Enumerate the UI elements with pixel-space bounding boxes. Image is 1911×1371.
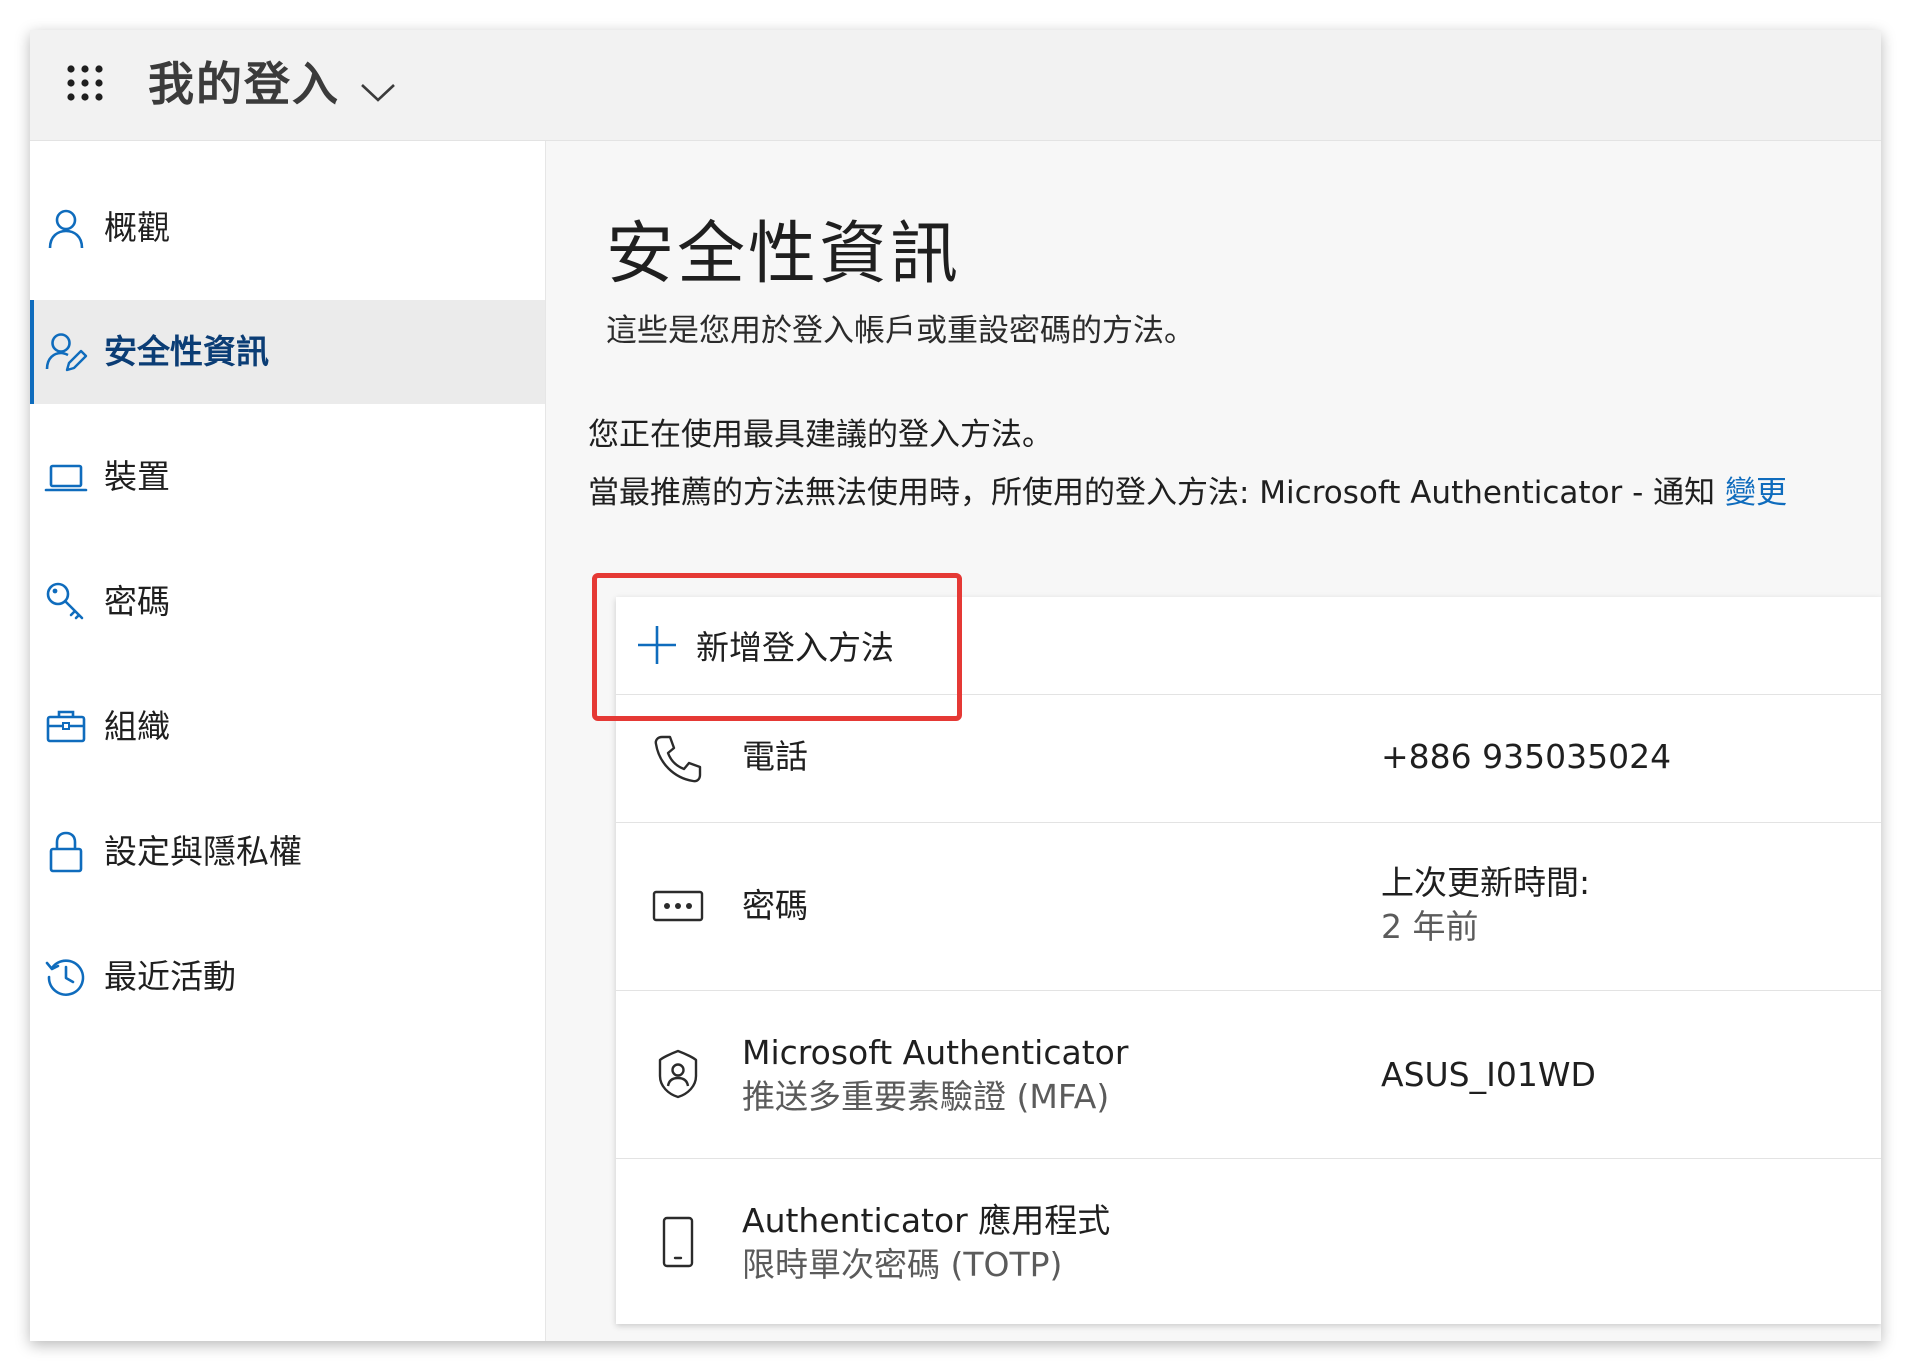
add-method-label: 新增登入方法 (696, 628, 894, 667)
add-method-row: 新增登入方法 (616, 597, 1881, 695)
chevron-down-icon[interactable] (360, 82, 396, 108)
sidebar-item-label: 設定與隱私權 (104, 832, 302, 871)
app-title[interactable]: 我的登入 (148, 54, 340, 114)
phone-icon (652, 733, 704, 785)
page-title: 安全性資訊 (606, 215, 962, 294)
method-name: Microsoft Authenticator (742, 1033, 1129, 1072)
method-row-phone: 電話 +886 935035024 (616, 695, 1881, 823)
lock-icon (44, 830, 88, 874)
mobile-icon (652, 1216, 704, 1268)
person-edit-icon (44, 330, 88, 374)
sidebar-item-label: 密碼 (104, 582, 170, 621)
main-content: 安全性資訊 這些是您用於登入帳戶或重設密碼的方法。 您正在使用最具建議的登入方法… (546, 141, 1881, 1341)
method-subtitle: 推送多重要素驗證 (MFA) (742, 1077, 1110, 1116)
fallback-method-text: 當最推薦的方法無法使用時，所使用的登入方法: Microsoft Authent… (588, 471, 1787, 515)
sidebar-item-password[interactable]: 密碼 (30, 550, 545, 654)
key-icon (44, 580, 88, 624)
person-icon (44, 206, 88, 250)
method-row-authenticator: Microsoft Authenticator 推送多重要素驗證 (MFA) A… (616, 991, 1881, 1159)
password-icon (652, 880, 704, 932)
method-name: 密碼 (742, 886, 808, 925)
authenticator-icon (652, 1048, 704, 1100)
method-value-label: 上次更新時間: (1381, 863, 1591, 902)
app-window: 我的登入 概觀 安全性資訊 裝置 密碼 組織 設定與隱私權 最近活動 安全性資訊… (30, 30, 1881, 1341)
sidebar-item-recent-activity[interactable]: 最近活動 (30, 925, 545, 1029)
sidebar-item-label: 裝置 (104, 457, 170, 496)
method-row-password: 密碼 上次更新時間: 2 年前 (616, 823, 1881, 991)
fallback-method-label: 當最推薦的方法無法使用時，所使用的登入方法: Microsoft Authent… (588, 475, 1716, 511)
method-value: ASUS_I01WD (1381, 1055, 1596, 1094)
sidebar-item-overview[interactable]: 概觀 (30, 176, 545, 280)
sidebar-item-devices[interactable]: 裝置 (30, 425, 545, 529)
method-value: +886 935035024 (1381, 737, 1672, 776)
app-launcher-icon[interactable] (65, 63, 105, 103)
sidebar-item-label: 組織 (104, 707, 170, 746)
methods-card: 新增登入方法 電話 +886 935035024 密碼 上次更新時間: 2 年前… (616, 597, 1881, 1324)
method-row-totp: Authenticator 應用程式 限時單次密碼 (TOTP) (616, 1159, 1881, 1324)
briefcase-icon (44, 705, 88, 749)
method-name: 電話 (742, 737, 808, 776)
sidebar-item-label: 概觀 (104, 208, 170, 247)
method-value: 2 年前 (1381, 907, 1479, 946)
method-subtitle: 限時單次密碼 (TOTP) (742, 1245, 1063, 1284)
add-method-button[interactable]: 新增登入方法 (636, 615, 894, 675)
sidebar-item-label: 最近活動 (104, 957, 236, 996)
page-subtitle: 這些是您用於登入帳戶或重設密碼的方法。 (606, 313, 1195, 349)
method-name: Authenticator 應用程式 (742, 1201, 1111, 1240)
sidebar-item-security-info[interactable]: 安全性資訊 (30, 300, 545, 404)
top-bar: 我的登入 (30, 30, 1881, 141)
sidebar-item-label: 安全性資訊 (104, 332, 269, 371)
recommended-method-text: 您正在使用最具建議的登入方法。 (588, 417, 1053, 453)
laptop-icon (44, 455, 88, 499)
sidebar: 概觀 安全性資訊 裝置 密碼 組織 設定與隱私權 最近活動 (30, 141, 546, 1341)
plus-icon (636, 624, 678, 666)
change-default-method-link[interactable]: 變更 (1725, 475, 1787, 511)
sidebar-item-settings-privacy[interactable]: 設定與隱私權 (30, 800, 545, 904)
history-icon (44, 955, 88, 999)
sidebar-item-organizations[interactable]: 組織 (30, 675, 545, 779)
